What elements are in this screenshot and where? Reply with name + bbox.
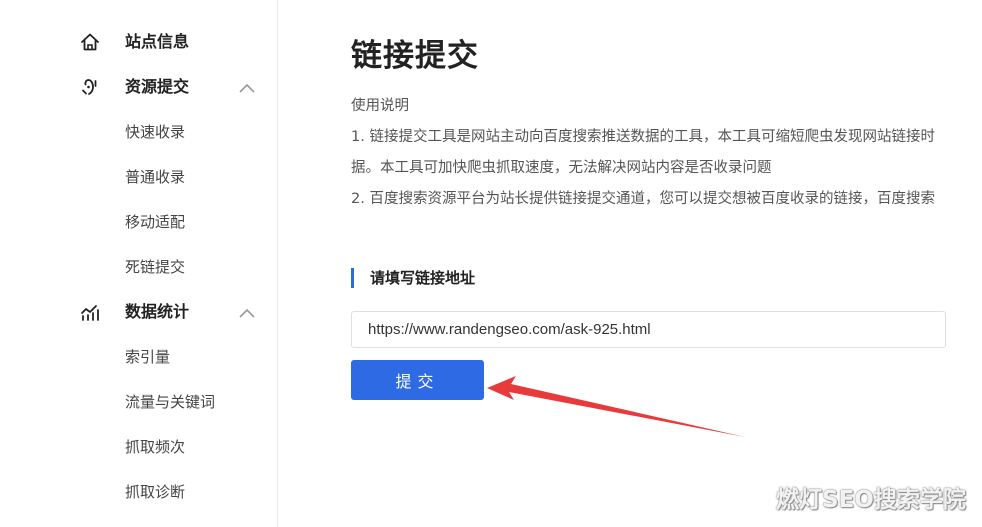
sidebar-subitem-index-volume[interactable]: 索引量	[0, 337, 277, 377]
chart-icon	[80, 302, 100, 322]
sidebar-subitem-label: 快速收录	[125, 123, 186, 141]
sidebar-subitem-label: 索引量	[125, 348, 171, 366]
home-icon	[80, 32, 100, 52]
chevron-up-icon[interactable]	[237, 305, 257, 319]
usage-line-2: 2. 百度搜索资源平台为站长提供链接提交通道，您可以提交想被百度收录的链接，百度…	[351, 191, 935, 207]
sidebar-item-resource-submit[interactable]: 资源提交	[0, 67, 277, 107]
sidebar-subitem-dead-link[interactable]: 死链提交	[0, 247, 277, 287]
sidebar-item-label: 站点信息	[125, 32, 190, 51]
sidebar-item-label: 资源提交	[125, 77, 190, 96]
sidebar-item-label: 数据统计	[125, 302, 190, 321]
sidebar-item-data-stats[interactable]: 数据统计	[0, 292, 277, 332]
main-content: 链接提交 使用说明 1. 链接提交工具是网站主动向百度搜索推送数据的工具，本工具…	[279, 0, 982, 527]
url-input[interactable]	[351, 311, 946, 348]
sidebar-item-site-info[interactable]: 站点信息	[0, 22, 277, 62]
sidebar-subitem-label: 流量与关键词	[125, 393, 216, 411]
sidebar-subitem-label: 抓取诊断	[125, 483, 186, 501]
watermark: 燃灯SEO搜索学院	[776, 487, 966, 513]
sidebar-subitem-normal-index[interactable]: 普通收录	[0, 157, 277, 197]
sidebar-subitem-mobile-adapt[interactable]: 移动适配	[0, 202, 277, 242]
usage-title: 使用说明	[351, 98, 409, 114]
sidebar-subitem-label: 抓取频次	[125, 438, 186, 456]
sidebar-subitem-crawl-frequency[interactable]: 抓取频次	[0, 427, 277, 467]
sidebar-subitem-label: 移动适配	[125, 213, 186, 231]
page-title: 链接提交	[351, 38, 479, 74]
link-hand-icon	[80, 77, 100, 97]
chevron-up-icon[interactable]	[237, 80, 257, 94]
sidebar-subitem-label: 死链提交	[125, 258, 186, 276]
sidebar-subitem-traffic-keywords[interactable]: 流量与关键词	[0, 382, 277, 422]
sidebar: 站点信息 资源提交 快速收录 普通收录 移动适配 死链提交 数据统计 索引量 流…	[0, 0, 278, 527]
submit-button[interactable]: 提交	[351, 360, 484, 400]
sidebar-subitem-label: 普通收录	[125, 168, 186, 186]
sidebar-subitem-fast-index[interactable]: 快速收录	[0, 112, 277, 152]
usage-line-1: 1. 链接提交工具是网站主动向百度搜索推送数据的工具，本工具可缩短爬虫发现网站链…	[351, 129, 935, 145]
sidebar-subitem-crawl-diagnosis[interactable]: 抓取诊断	[0, 472, 277, 512]
section-title: 请填写链接地址	[351, 268, 475, 288]
usage-line-1-continued: 据。本工具可加快爬虫抓取速度，无法解决网站内容是否收录问题	[351, 160, 772, 176]
